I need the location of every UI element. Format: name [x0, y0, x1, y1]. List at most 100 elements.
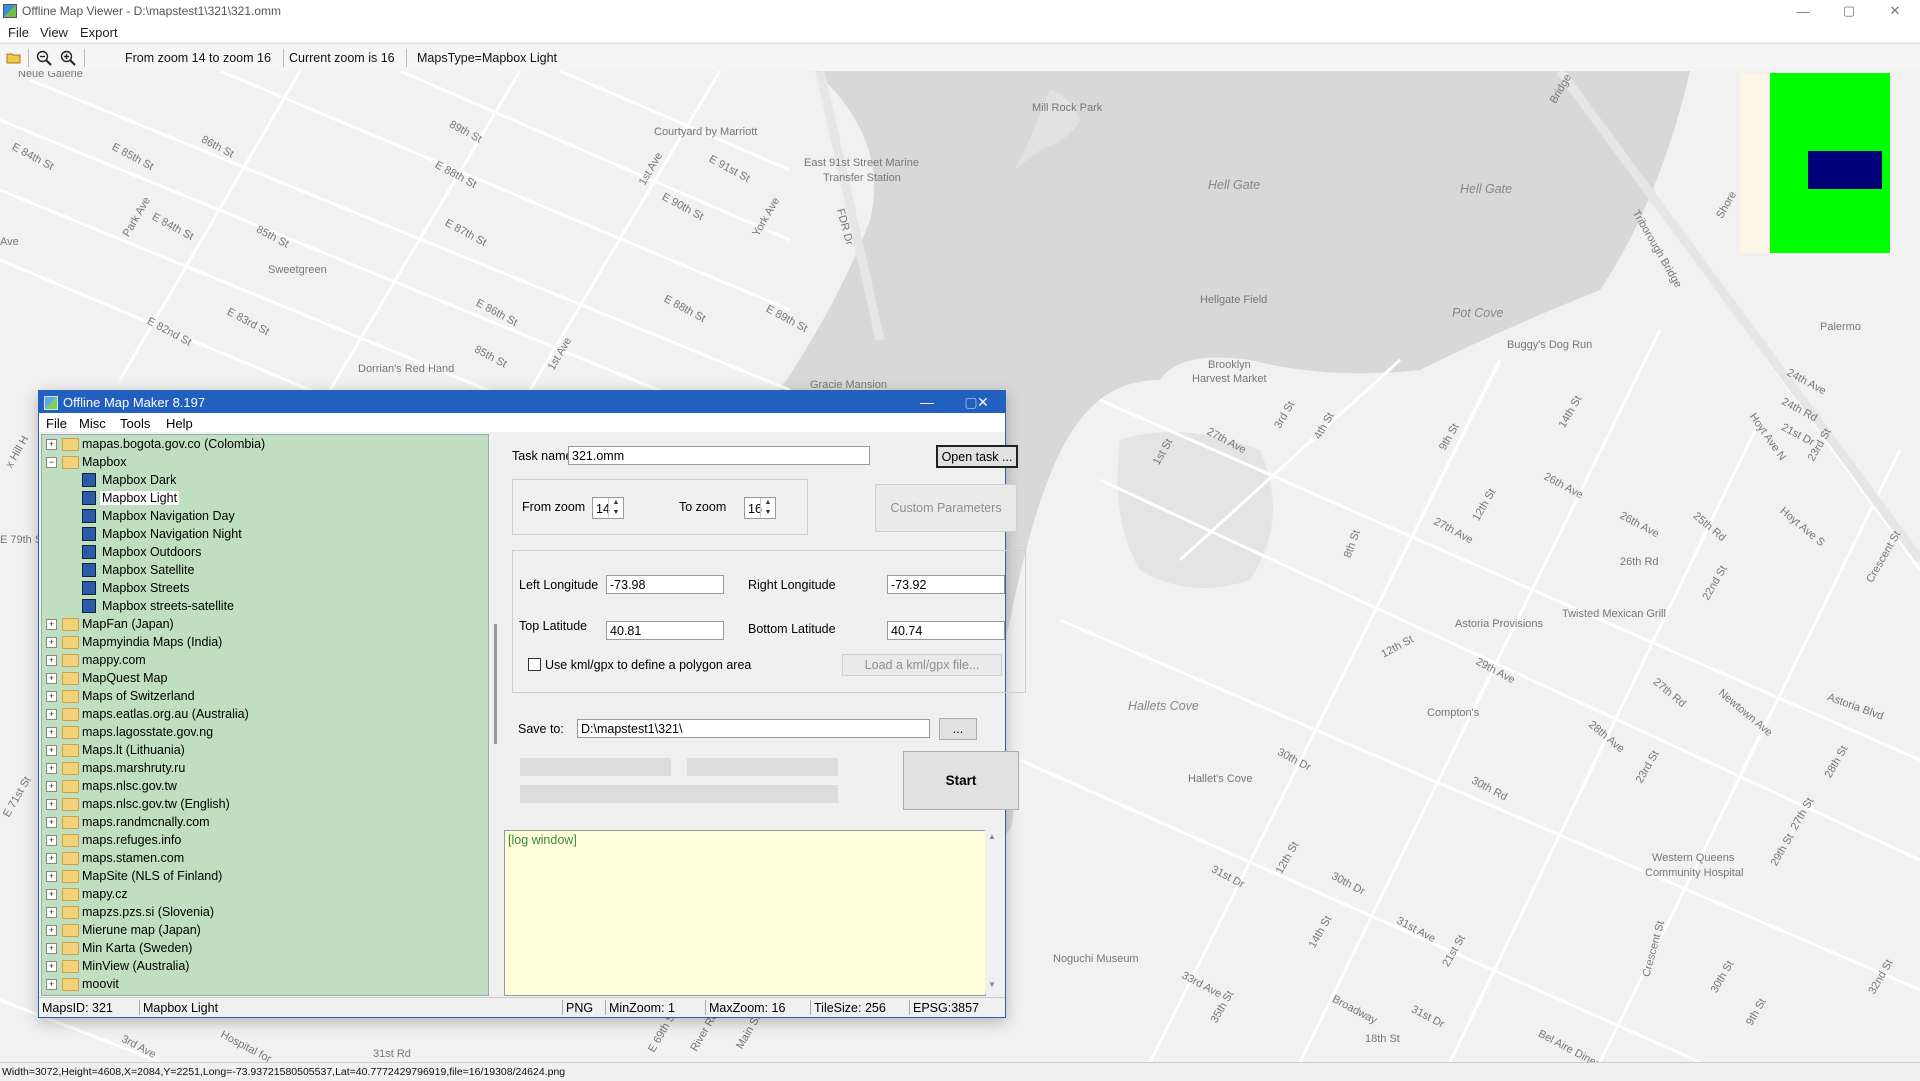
tree-item-label: MapSite (NLS of Finland): [82, 869, 223, 883]
tree-item-label: Mapbox Outdoors: [102, 545, 202, 559]
folder-icon: [62, 726, 79, 739]
folder-icon: [62, 978, 79, 991]
tree-item-label: Mapbox Navigation Day: [102, 509, 235, 523]
expand-icon[interactable]: +: [46, 439, 57, 450]
stepper-arrows-icon[interactable]: ▲ ▼: [608, 498, 623, 518]
expand-icon[interactable]: +: [46, 727, 57, 738]
expand-icon[interactable]: +: [46, 871, 57, 882]
map-label: Ave: [0, 236, 19, 248]
dialog-close-button[interactable]: ✕: [961, 391, 1005, 413]
expand-icon[interactable]: +: [46, 925, 57, 936]
minimap-viewport[interactable]: [1808, 151, 1882, 189]
toolbar-separator: [84, 49, 85, 67]
kml-checkbox[interactable]: [528, 658, 541, 671]
load-kml-button[interactable]: Load a kml/gpx file...: [842, 654, 1002, 676]
status-epsg: EPSG:3857: [913, 1001, 980, 1015]
expand-icon[interactable]: +: [46, 709, 57, 720]
zoom-in-icon[interactable]: [60, 50, 76, 66]
tree-item-label: Maps of Switzerland: [82, 689, 195, 703]
water-label: Hallets Cove: [1128, 699, 1199, 713]
expand-icon[interactable]: +: [46, 979, 57, 990]
tree-scrollbar-thumb[interactable]: [494, 624, 497, 744]
map-label: Hellgate Field: [1200, 294, 1268, 306]
expand-icon[interactable]: +: [46, 637, 57, 648]
close-button[interactable]: ✕: [1872, 0, 1918, 22]
expand-icon[interactable]: +: [46, 655, 57, 666]
left-longitude-input[interactable]: -73.98: [606, 575, 724, 594]
zoom-out-icon[interactable]: [36, 50, 52, 66]
maps-tree[interactable]: + mapas.bogota.gov.co (Colombia) − Mapbox Ma…: [41, 434, 489, 996]
expand-icon[interactable]: +: [46, 961, 57, 972]
tree-scrollbar[interactable]: [489, 434, 503, 994]
expand-icon[interactable]: +: [46, 943, 57, 954]
tree-item-label: maps.nlsc.gov.tw: [82, 779, 177, 793]
tree-item-label: MapFan (Japan): [82, 617, 174, 631]
tree-item-label: mapas.bogota.gov.co (Colombia): [82, 437, 266, 451]
expand-icon[interactable]: +: [46, 619, 57, 630]
dialog-menu-bar: File Misc Tools Help: [39, 413, 1005, 432]
browse-button[interactable]: ...: [939, 718, 977, 740]
custom-parameters-button[interactable]: Custom Parameters: [875, 484, 1017, 532]
expand-icon[interactable]: +: [46, 889, 57, 900]
folder-icon: [62, 798, 79, 811]
expand-icon[interactable]: +: [46, 817, 57, 828]
folder-icon: [62, 654, 79, 667]
save-to-input[interactable]: D:\mapstest1\321\: [577, 719, 930, 738]
map-label: Hallet's Cove: [1188, 773, 1253, 785]
zoom-range-text: From zoom 14 to zoom 16: [125, 51, 271, 65]
collapse-icon[interactable]: −: [46, 457, 57, 468]
log-scrollbar[interactable]: ▲ ▼: [985, 830, 1001, 994]
expand-icon[interactable]: +: [46, 691, 57, 702]
task-name-label: Task name: [512, 449, 573, 463]
tree-item-label: Mapmyindia Maps (India): [82, 635, 223, 649]
expand-icon[interactable]: +: [46, 781, 57, 792]
menu-file[interactable]: File: [8, 25, 29, 40]
expand-icon[interactable]: +: [46, 673, 57, 684]
tree-item-label: maps.stamen.com: [82, 851, 185, 865]
expand-icon[interactable]: +: [46, 799, 57, 810]
tree-item-label: mappy.com: [82, 653, 146, 667]
menu-view[interactable]: View: [40, 25, 68, 40]
map-icon: [82, 473, 96, 487]
window-titlebar: Offline Map Viewer - D:\mapstest1\321\32…: [0, 0, 1920, 22]
scroll-down-icon[interactable]: ▼: [988, 980, 996, 989]
task-panel: Task name 321.omm Open task ... From zoo…: [504, 434, 1026, 828]
dialog-menu-file[interactable]: File: [46, 416, 67, 431]
status-separator: [605, 1000, 606, 1015]
dialog-menu-misc[interactable]: Misc: [79, 416, 106, 431]
log-window[interactable]: [log window]: [504, 830, 986, 996]
folder-icon: [62, 816, 79, 829]
scroll-up-icon[interactable]: ▲: [988, 832, 996, 841]
map-label: Harvest Market: [1192, 373, 1267, 385]
dialog-titlebar: Offline Map Maker 8.197 — ▢ ✕: [39, 391, 1005, 413]
expand-icon[interactable]: +: [46, 835, 57, 846]
stepper-arrows-icon[interactable]: ▲ ▼: [760, 498, 775, 518]
top-latitude-input[interactable]: 40.81: [606, 621, 724, 640]
open-task-button[interactable]: Open task ...: [936, 445, 1018, 468]
status-max-zoom: MaxZoom: 16: [709, 1001, 786, 1015]
dialog-menu-tools[interactable]: Tools: [120, 416, 150, 431]
from-zoom-stepper[interactable]: 14 ▲ ▼: [592, 497, 624, 519]
bottom-latitude-input[interactable]: 40.74: [887, 621, 1005, 640]
expand-icon[interactable]: +: [46, 853, 57, 864]
dialog-minimize-button[interactable]: —: [905, 391, 949, 413]
tree-item-label: MinView (Australia): [82, 959, 190, 973]
expand-icon[interactable]: +: [46, 763, 57, 774]
to-zoom-stepper[interactable]: 16 ▲ ▼: [744, 497, 776, 519]
folder-icon: [62, 870, 79, 883]
expand-icon[interactable]: +: [46, 907, 57, 918]
map-icon: [82, 563, 96, 577]
task-name-input[interactable]: 321.omm: [568, 446, 870, 465]
expand-icon[interactable]: +: [46, 745, 57, 756]
map-icon: [82, 581, 96, 595]
open-folder-icon[interactable]: [6, 50, 22, 66]
dialog-menu-help[interactable]: Help: [166, 416, 193, 431]
folder-icon: [62, 618, 79, 631]
start-button[interactable]: Start: [903, 751, 1019, 810]
menu-export[interactable]: Export: [80, 25, 118, 40]
maximize-button[interactable]: ▢: [1826, 0, 1872, 22]
minimap[interactable]: [1740, 73, 1890, 253]
map-label: Neue Galerie: [18, 71, 83, 80]
minimize-button[interactable]: —: [1780, 0, 1826, 22]
right-longitude-input[interactable]: -73.92: [887, 575, 1005, 594]
